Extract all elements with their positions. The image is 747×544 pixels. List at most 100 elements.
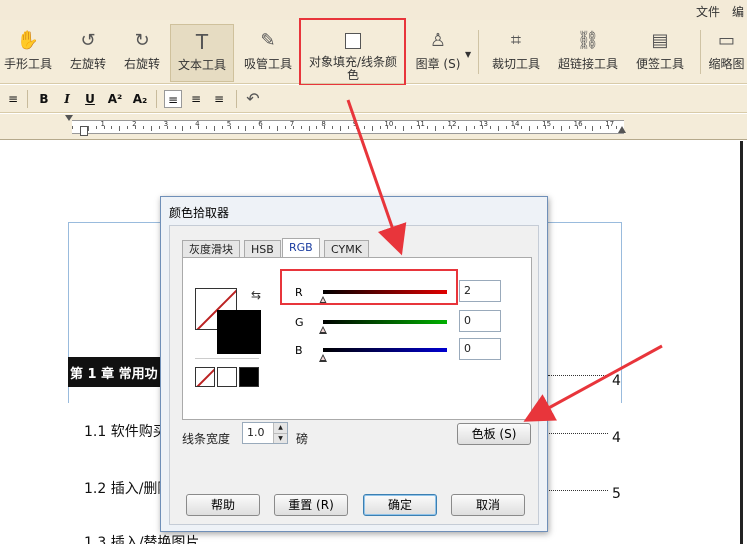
tab-rgb[interactable]: RGB xyxy=(282,238,320,258)
first-indent-marker[interactable] xyxy=(65,115,73,121)
ruler-tick xyxy=(332,126,334,129)
hyperlink-tool-button[interactable]: ⛓ 超链接工具 xyxy=(556,24,620,82)
ruler-tick xyxy=(127,126,129,129)
menu-file[interactable]: 文件 xyxy=(696,3,720,20)
tab-hsb[interactable]: HSB xyxy=(244,240,281,258)
hand-icon: ✋ xyxy=(16,30,40,51)
left-indent-marker[interactable] xyxy=(80,126,88,136)
no-color-swatch[interactable] xyxy=(195,367,215,387)
ruler-tick xyxy=(213,126,215,131)
crop-tool-button[interactable]: ⌗ 裁切工具 xyxy=(488,24,544,82)
format-divider xyxy=(27,90,28,108)
hand-tool-button[interactable]: ✋ 手形工具 xyxy=(2,24,54,82)
note-tool-button[interactable]: ▤ 便签工具 xyxy=(632,24,688,82)
ruler-tick xyxy=(371,126,373,131)
subscript-button[interactable]: A₂ xyxy=(130,90,150,108)
r-value-field[interactable]: 2 xyxy=(459,280,501,302)
ruler-tick xyxy=(111,126,113,129)
palette-button[interactable]: 色板 (S) xyxy=(457,423,531,445)
stamp-button[interactable]: ♙ 图章 (S) xyxy=(412,24,464,82)
cancel-button[interactable]: 取消 xyxy=(451,494,525,516)
fill-tool-highlight-box xyxy=(299,18,406,86)
stepper-down-icon[interactable]: ▼ xyxy=(273,433,287,443)
ok-button[interactable]: 确定 xyxy=(363,494,437,516)
format-divider xyxy=(156,90,157,108)
stamp-dropdown-icon[interactable]: ▼ xyxy=(465,50,471,59)
bold-button[interactable]: B xyxy=(35,90,53,108)
ruler-tick xyxy=(284,126,286,129)
rotate-right-button[interactable]: ↻ 右旋转 xyxy=(116,24,168,82)
ruler-tick xyxy=(458,126,460,129)
rotate-left-button[interactable]: ↺ 左旋转 xyxy=(62,24,114,82)
ruler-scale: 1 2 3 4 5 6 7 8 9 10 11 12 13 14 15 16 17 xyxy=(72,120,624,134)
ruler-tick xyxy=(474,126,476,129)
ruler-tick xyxy=(190,126,192,129)
g-slider-track[interactable] xyxy=(323,320,447,324)
black-swatch[interactable] xyxy=(239,367,259,387)
ruler-number: 15 xyxy=(542,120,552,128)
ruler-number: 8 xyxy=(321,120,326,128)
tab-cymk[interactable]: CYMK xyxy=(324,240,369,258)
rotate-right-icon: ↻ xyxy=(134,30,150,51)
ruler-number: 6 xyxy=(258,120,263,128)
g-slider-thumb[interactable] xyxy=(319,326,327,334)
tab-grayscale[interactable]: 灰度滑块 xyxy=(182,240,240,258)
ruler-number: 11 xyxy=(415,120,425,128)
align-right-button[interactable]: ≡ xyxy=(210,90,228,108)
format-divider xyxy=(236,90,237,108)
b-value-field[interactable]: 0 xyxy=(459,338,501,360)
toc-page-number: 4 xyxy=(612,430,621,446)
b-slider-thumb[interactable] xyxy=(319,354,327,362)
link-icon: ⛓ xyxy=(576,30,600,51)
superscript-button[interactable]: A² xyxy=(105,90,125,108)
stamp-label: 图章 (S) xyxy=(415,57,461,71)
thumbnail-button[interactable]: ▭ 缩略图 xyxy=(706,24,747,82)
help-button[interactable]: 帮助 xyxy=(186,494,260,516)
right-indent-marker[interactable] xyxy=(618,126,626,133)
text-tool-label: 文本工具 xyxy=(177,58,226,72)
paragraph-menu-icon[interactable]: ≡ xyxy=(4,90,22,108)
align-left-button[interactable]: ≡ xyxy=(164,90,182,108)
ruler-tick xyxy=(529,126,531,131)
toc-page-number: 4 xyxy=(612,373,621,389)
eyedropper-tool-button[interactable]: ✎ 吸管工具 xyxy=(240,24,296,82)
ruler-tick xyxy=(395,126,397,129)
stepper-up-icon[interactable]: ▲ xyxy=(273,423,287,433)
italic-button[interactable]: I xyxy=(58,90,76,108)
ruler-tick xyxy=(592,126,594,131)
ruler-number: 3 xyxy=(163,120,169,128)
reset-button[interactable]: 重置 (R) xyxy=(274,494,348,516)
ruler-tick xyxy=(300,126,302,129)
ruler-tick xyxy=(466,126,468,131)
rotate-left-label: 左旋转 xyxy=(69,57,106,71)
ruler-tick xyxy=(119,126,121,131)
align-center-button[interactable]: ≡ xyxy=(187,90,205,108)
ruler: 1 2 3 4 5 6 7 8 9 10 11 12 13 14 15 16 17 xyxy=(0,114,747,140)
white-swatch[interactable] xyxy=(217,367,237,387)
ruler-number: 9 xyxy=(352,120,358,128)
eyedropper-icon: ✎ xyxy=(260,30,276,51)
swap-colors-icon[interactable]: ⇆ xyxy=(251,288,261,302)
undo-icon[interactable]: ↶ xyxy=(244,90,262,108)
ruler-tick xyxy=(521,126,523,129)
text-tool-button[interactable]: T 文本工具 xyxy=(170,24,234,82)
underline-button[interactable]: U xyxy=(81,90,99,108)
ruler-tick xyxy=(568,126,570,129)
ruler-tick xyxy=(182,126,184,131)
ruler-tick xyxy=(363,126,365,129)
line-width-value[interactable]: 1.0 xyxy=(247,426,265,439)
toc-line: 1.1 软件购买 xyxy=(84,424,167,440)
ruler-tick xyxy=(616,126,618,129)
ruler-tick xyxy=(379,126,381,129)
thumbnail-label: 缩略图 xyxy=(708,57,745,71)
b-slider-track[interactable] xyxy=(323,348,447,352)
g-value-field[interactable]: 0 xyxy=(459,310,501,332)
ruler-tick xyxy=(174,126,176,129)
note-tool-label: 便签工具 xyxy=(635,57,684,71)
toolbar-divider xyxy=(478,30,479,74)
toc-page-number: 5 xyxy=(612,486,621,502)
line-width-stepper[interactable]: 1.0 ▲ ▼ xyxy=(242,422,288,444)
ruler-number: 17 xyxy=(605,120,615,128)
stroke-black-swatch[interactable] xyxy=(217,310,261,354)
ruler-tick xyxy=(150,126,152,131)
